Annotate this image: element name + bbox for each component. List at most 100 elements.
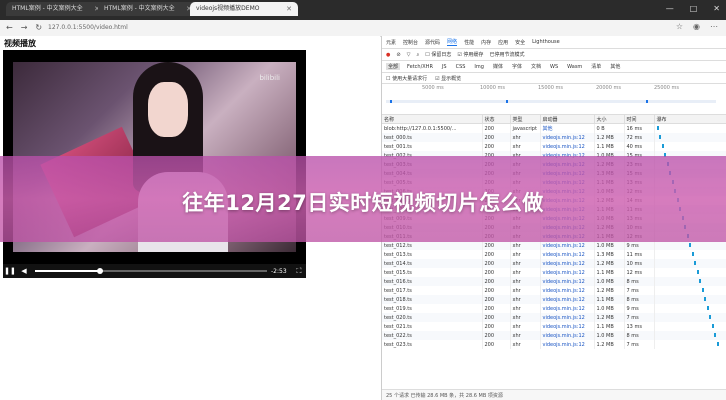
table-row[interactable]: test_017.ts 200 xhr videojs.min.js:12 1.2 MB… [382,286,726,295]
column-header[interactable]: 状态 [482,115,511,124]
devtools-tab[interactable]: 内存 [481,39,491,46]
devtools-tab[interactable]: Lighthouse [532,39,560,45]
filter-chip[interactable]: CSS [454,64,468,70]
url-input[interactable]: 127.0.0.1:5500/video.html [48,22,368,33]
devtools-tab[interactable]: 控制台 [403,39,418,46]
filter-chip[interactable]: WS [548,64,560,70]
disable-cache-checkbox[interactable]: ☑ 停用缓存 [457,51,483,58]
column-header[interactable]: 名称 [382,115,483,124]
video-progress-bar[interactable] [35,268,267,274]
filter-chip[interactable]: Img [472,64,486,70]
menu-icon[interactable]: ⋯ [710,22,718,31]
cell-status: 200 [482,133,511,142]
filter-chip[interactable]: 其他 [608,63,622,70]
filter-chip[interactable]: 媒体 [491,63,505,70]
devtools-toolbar: ● ⊘ ▽ ⌕ ☐ 保留日志 ☑ 停用缓存 已停用节流模式 [382,49,726,61]
devtools-tab[interactable]: 网络 [447,38,458,46]
large-rows-checkbox[interactable]: ☐ 使用大量请求行 [386,75,427,82]
fullscreen-icon[interactable]: ⛶ [293,267,305,276]
table-row[interactable]: test_023.ts 200 xhr videojs.min.js:12 1.2 MB… [382,340,726,349]
table-row[interactable]: test_000.ts 200 xhr videojs.min.js:12 1.2 MB… [382,133,726,142]
progress-knob[interactable] [96,268,103,274]
column-header[interactable]: 瀑布 [654,115,726,124]
throttling-select[interactable]: 已停用节流模式 [489,51,524,58]
column-header[interactable]: 类型 [510,115,541,124]
clear-icon[interactable]: ⊘ [396,52,400,58]
filter-chip[interactable]: JS [440,64,449,70]
cell-time: 40 ms [624,142,655,151]
close-icon[interactable]: ✕ [286,2,292,16]
cell-initiator[interactable]: videojs.min.js:12 [540,340,595,349]
cell-initiator[interactable]: videojs.min.js:12 [540,268,595,277]
table-row[interactable]: test_020.ts 200 xhr videojs.min.js:12 1.2 MB… [382,313,726,322]
column-header[interactable]: 大小 [594,115,625,124]
filter-chip[interactable]: 全部 [386,63,401,70]
table-row[interactable]: test_013.ts 200 xhr videojs.min.js:12 1.3 MB… [382,250,726,259]
table-row[interactable]: test_021.ts 200 xhr videojs.min.js:12 1.1 MB… [382,322,726,331]
table-row[interactable]: test_016.ts 200 xhr videojs.min.js:12 1.0 MB… [382,277,726,286]
maximize-button[interactable]: □ [690,4,698,13]
browser-tab[interactable]: HTML案例 - 中文案例大全✕ [98,2,198,16]
cell-initiator[interactable]: videojs.min.js:12 [540,142,595,151]
record-icon[interactable]: ● [386,52,390,58]
table-row[interactable]: test_022.ts 200 xhr videojs.min.js:12 1.0 MB… [382,331,726,340]
cell-initiator[interactable]: videojs.min.js:12 [540,304,595,313]
filter-chip[interactable]: 文档 [529,63,543,70]
network-overview[interactable]: 5000 ms 10000 ms 15000 ms 20000 ms 25000 ms [382,84,726,115]
cell-time: 8 ms [624,277,655,286]
column-header[interactable]: 启动器 [540,115,595,124]
filter-chip[interactable]: Wasm [565,64,584,70]
cell-initiator[interactable]: videojs.min.js:12 [540,295,595,304]
volume-icon[interactable]: ◀ [17,267,31,275]
reload-icon[interactable]: ↻ [35,23,42,32]
filter-chip[interactable]: Fetch/XHR [405,64,435,70]
table-row[interactable]: test_019.ts 200 xhr videojs.min.js:12 1.0 MB… [382,304,726,313]
devtools-tab[interactable]: 性能 [464,39,474,46]
cell-initiator[interactable]: 其他 [540,123,595,133]
cell-initiator[interactable]: videojs.min.js:12 [540,286,595,295]
cell-waterfall [654,313,726,322]
cell-waterfall [654,295,726,304]
cell-initiator[interactable]: videojs.min.js:12 [540,331,595,340]
filter-chip[interactable]: 字体 [510,63,524,70]
cell-initiator[interactable]: videojs.min.js:12 [540,133,595,142]
star-icon[interactable]: ☆ [676,22,683,31]
pause-icon[interactable]: ❚❚ [3,267,17,275]
preserve-log-checkbox[interactable]: ☐ 保留日志 [425,51,451,58]
cell-initiator[interactable]: videojs.min.js:12 [540,259,595,268]
devtools-tab[interactable]: 元素 [386,39,396,46]
browser-tab-active[interactable]: videojs视频播放DEMO ✕ [190,2,298,16]
devtools-tab[interactable]: 安全 [515,39,525,46]
browser-tab[interactable]: HTML案例 - 中文案例大全✕ [6,2,106,16]
show-overview-checkbox[interactable]: ☑ 显示概览 [435,75,461,82]
table-row[interactable]: blob:http://127.0.0.1:5500/... 200 javascr… [382,123,726,133]
table-row[interactable]: test_001.ts 200 xhr videojs.min.js:12 1.1 MB… [382,142,726,151]
cell-initiator[interactable]: videojs.min.js:12 [540,241,595,250]
cell-waterfall [654,286,726,295]
cell-type: xhr [510,322,541,331]
table-row[interactable]: test_018.ts 200 xhr videojs.min.js:12 1.1 MB… [382,295,726,304]
cell-time: 8 ms [624,331,655,340]
table-row[interactable]: test_012.ts 200 xhr videojs.min.js:12 1.0 MB… [382,241,726,250]
minimize-button[interactable]: — [666,4,674,13]
cell-initiator[interactable]: videojs.min.js:12 [540,322,595,331]
waterfall-bar [661,144,664,148]
devtools-tab[interactable]: 源代码 [425,39,440,46]
cell-initiator[interactable]: videojs.min.js:12 [540,313,595,322]
search-icon[interactable]: ⌕ [416,52,419,58]
profile-icon[interactable]: ◉ [693,22,700,31]
column-header[interactable]: 时间 [624,115,655,124]
filter-chip[interactable]: 清单 [589,63,603,70]
cell-type: xhr [510,331,541,340]
devtools-tab[interactable]: 应用 [498,39,508,46]
forward-icon[interactable]: → [21,23,28,32]
table-row[interactable]: test_014.ts 200 xhr videojs.min.js:12 1.2 MB… [382,259,726,268]
cell-waterfall [654,259,726,268]
back-icon[interactable]: ← [6,23,13,32]
cell-initiator[interactable]: videojs.min.js:12 [540,277,595,286]
close-window-button[interactable]: ✕ [713,4,720,13]
table-row[interactable]: test_015.ts 200 xhr videojs.min.js:12 1.1 MB… [382,268,726,277]
cell-type: xhr [510,250,541,259]
cell-initiator[interactable]: videojs.min.js:12 [540,250,595,259]
filter-icon[interactable]: ▽ [407,52,411,58]
